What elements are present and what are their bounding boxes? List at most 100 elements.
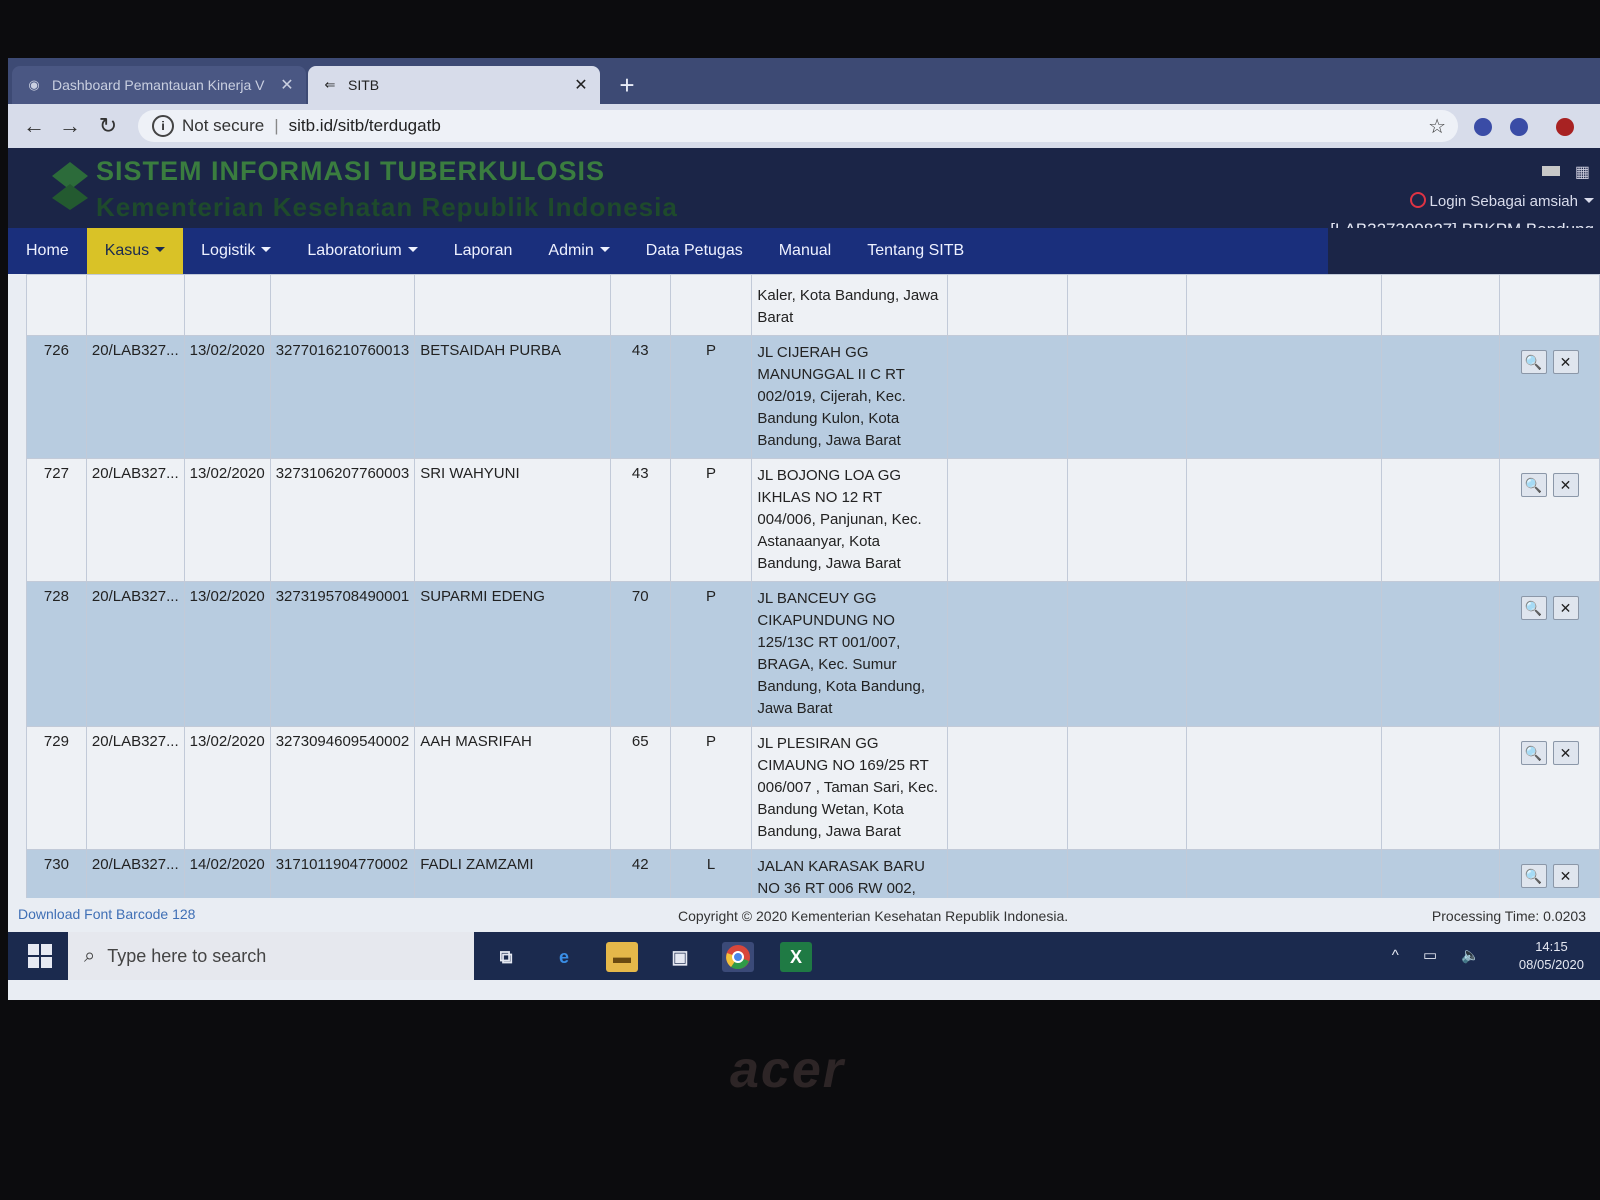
- security-label: Not secure: [182, 116, 265, 135]
- chevron-down-icon: [599, 247, 610, 252]
- view-icon[interactable]: 🔍: [1520, 473, 1547, 497]
- profile-avatar[interactable]: [1556, 118, 1574, 136]
- bookmark-star-icon[interactable]: ☆: [1428, 114, 1446, 139]
- back-icon[interactable]: ←: [20, 112, 48, 140]
- age-cell: 43: [609, 458, 671, 582]
- row-number: 727: [26, 458, 87, 582]
- taskbar-search-input[interactable]: ⌕ Type here to search: [68, 932, 474, 980]
- sex-cell: P: [669, 581, 753, 727]
- view-icon[interactable]: 🔍: [1520, 864, 1547, 888]
- page-footer: Download Font Barcode 128 Copyright © 20…: [8, 898, 1600, 932]
- registration-number: 20/LAB327...: [85, 581, 185, 727]
- task-view-icon[interactable]: ⧉: [490, 942, 522, 972]
- address-cell: JALAN KARASAK BARU NO 36 RT 006 RW 002, …: [751, 849, 949, 898]
- name-cell: FADLI ZAMZAMI: [414, 849, 611, 898]
- registration-number: 20/LAB327...: [85, 849, 185, 898]
- nav-tentang-sitb[interactable]: Tentang SITB: [849, 228, 982, 274]
- address-bar[interactable]: i Not secure | sitb.id/sitb/terdugatb ☆: [138, 110, 1458, 142]
- table-row[interactable]: 728 20/LAB327... 13/02/2020 327319570849…: [26, 581, 1600, 727]
- delete-icon[interactable]: ✕: [1552, 741, 1579, 765]
- date-cell: 13/02/2020: [183, 335, 271, 459]
- table-row[interactable]: 727 20/LAB327... 13/02/2020 327310620776…: [26, 458, 1600, 582]
- nav-home[interactable]: Home: [8, 228, 87, 274]
- nik-cell: 3273106207760003: [269, 458, 416, 582]
- sex-cell: P: [669, 335, 753, 459]
- registration-number: 20/LAB327...: [85, 335, 185, 459]
- age-cell: 42: [609, 849, 671, 898]
- file-explorer-icon[interactable]: ▬: [606, 942, 638, 972]
- view-icon[interactable]: 🔍: [1520, 596, 1547, 620]
- name-cell: AAH MASRIFAH: [414, 726, 611, 850]
- nav-admin[interactable]: Admin: [530, 228, 627, 274]
- chrome-icon[interactable]: [722, 942, 754, 972]
- nav-logistik[interactable]: Logistik: [183, 228, 289, 274]
- flag-icon: [1542, 166, 1560, 176]
- table-row[interactable]: 730 20/LAB327... 14/02/2020 317101190477…: [26, 849, 1600, 898]
- date-cell: 13/02/2020: [183, 581, 271, 727]
- actions-cell: 🔍 ✕: [1499, 335, 1600, 459]
- name-cell: SUPARMI EDENG: [414, 581, 611, 727]
- tab-sitb[interactable]: ⇐ SITB ✕: [308, 66, 600, 104]
- sex-cell: P: [669, 458, 753, 582]
- site-subtitle: Kementerian Kesehatan Republik Indonesia: [96, 192, 678, 222]
- delete-icon[interactable]: ✕: [1552, 864, 1579, 888]
- site-header: SISTEM INFORMASI TUBERKULOSIS Kementeria…: [8, 148, 1600, 239]
- excel-icon[interactable]: X: [780, 942, 812, 972]
- edge-icon[interactable]: e: [548, 942, 580, 972]
- info-icon[interactable]: i: [152, 115, 174, 137]
- separator: |: [274, 116, 279, 135]
- delete-icon[interactable]: ✕: [1552, 596, 1579, 620]
- store-icon[interactable]: ▣: [664, 942, 696, 972]
- nav-kasus[interactable]: Kasus: [86, 228, 184, 274]
- close-tab-icon[interactable]: ✕: [570, 75, 592, 95]
- address-cell: JL CIJERAH GG MANUNGGAL II C RT 002/019,…: [751, 335, 949, 459]
- nav-manual[interactable]: Manual: [761, 228, 849, 274]
- grid-menu-icon[interactable]: ▦: [1575, 162, 1590, 182]
- tab-dashboard[interactable]: ◉ Dashboard Pemantauan Kinerja V ✕: [12, 66, 306, 104]
- delete-icon[interactable]: ✕: [1552, 350, 1579, 374]
- table-row[interactable]: 726 20/LAB327... 13/02/2020 327701621076…: [26, 335, 1600, 459]
- laptop-screen: ◉ Dashboard Pemantauan Kinerja V ✕ ⇐ SIT…: [8, 58, 1600, 1000]
- sex-cell: L: [669, 849, 753, 898]
- extension-icon[interactable]: [1474, 118, 1492, 136]
- chevron-down-icon: [155, 247, 166, 252]
- site-title: SISTEM INFORMASI TUBERKULOSIS: [96, 156, 606, 186]
- tab-title: Dashboard Pemantauan Kinerja V: [52, 77, 265, 93]
- nav-laboratorium[interactable]: Laboratorium: [289, 228, 435, 274]
- url-text: sitb.id/sitb/terdugatb: [288, 116, 441, 135]
- table-row[interactable]: 729 20/LAB327... 13/02/2020 327309460954…: [26, 726, 1600, 850]
- windows-taskbar: ⌕ Type here to search ⧉ e ▬ ▣ X ^ ▭ 🔈 14…: [8, 932, 1600, 980]
- nav-data-petugas[interactable]: Data Petugas: [628, 228, 761, 274]
- extension-icon[interactable]: [1510, 118, 1528, 136]
- view-icon[interactable]: 🔍: [1520, 741, 1547, 765]
- acer-bezel-logo: acer: [730, 1041, 845, 1099]
- sex-cell: P: [669, 726, 753, 850]
- age-cell: 43: [609, 335, 671, 459]
- actions-cell: 🔍 ✕: [1499, 726, 1600, 850]
- login-dropdown[interactable]: Login Sebagai amsiah: [1409, 192, 1594, 210]
- close-tab-icon[interactable]: ✕: [276, 75, 298, 95]
- age-cell: 65: [609, 726, 671, 850]
- row-number: 728: [26, 581, 87, 727]
- taskbar-clock[interactable]: 14:15 08/05/2020: [1519, 938, 1584, 974]
- chevron-down-icon: [407, 247, 418, 252]
- nav-laporan[interactable]: Laporan: [436, 228, 531, 274]
- search-icon: ⌕: [84, 944, 96, 967]
- dashboard-favicon-icon: ◉: [28, 77, 40, 92]
- registration-number: 20/LAB327...: [85, 726, 185, 850]
- new-tab-button[interactable]: +: [612, 70, 642, 100]
- row-number: 729: [26, 726, 87, 850]
- sitb-favicon-icon: ⇐: [324, 77, 336, 92]
- windows-start-icon[interactable]: [28, 944, 52, 968]
- system-tray-icons[interactable]: ^ ▭ 🔈: [1392, 946, 1490, 964]
- delete-icon[interactable]: ✕: [1552, 473, 1579, 497]
- reload-icon[interactable]: ↻: [94, 112, 122, 140]
- cases-table-container[interactable]: Kaler, Kota Bandung, Jawa Barat 726 20/L…: [26, 274, 1600, 898]
- header-filler: [1328, 228, 1600, 274]
- row-number: 730: [26, 849, 87, 898]
- name-cell: SRI WAHYUNI: [414, 458, 611, 582]
- view-icon[interactable]: 🔍: [1520, 350, 1547, 374]
- forward-icon[interactable]: →: [56, 112, 84, 140]
- date-cell: 13/02/2020: [183, 726, 271, 850]
- download-font-link[interactable]: Download Font Barcode 128: [18, 906, 195, 922]
